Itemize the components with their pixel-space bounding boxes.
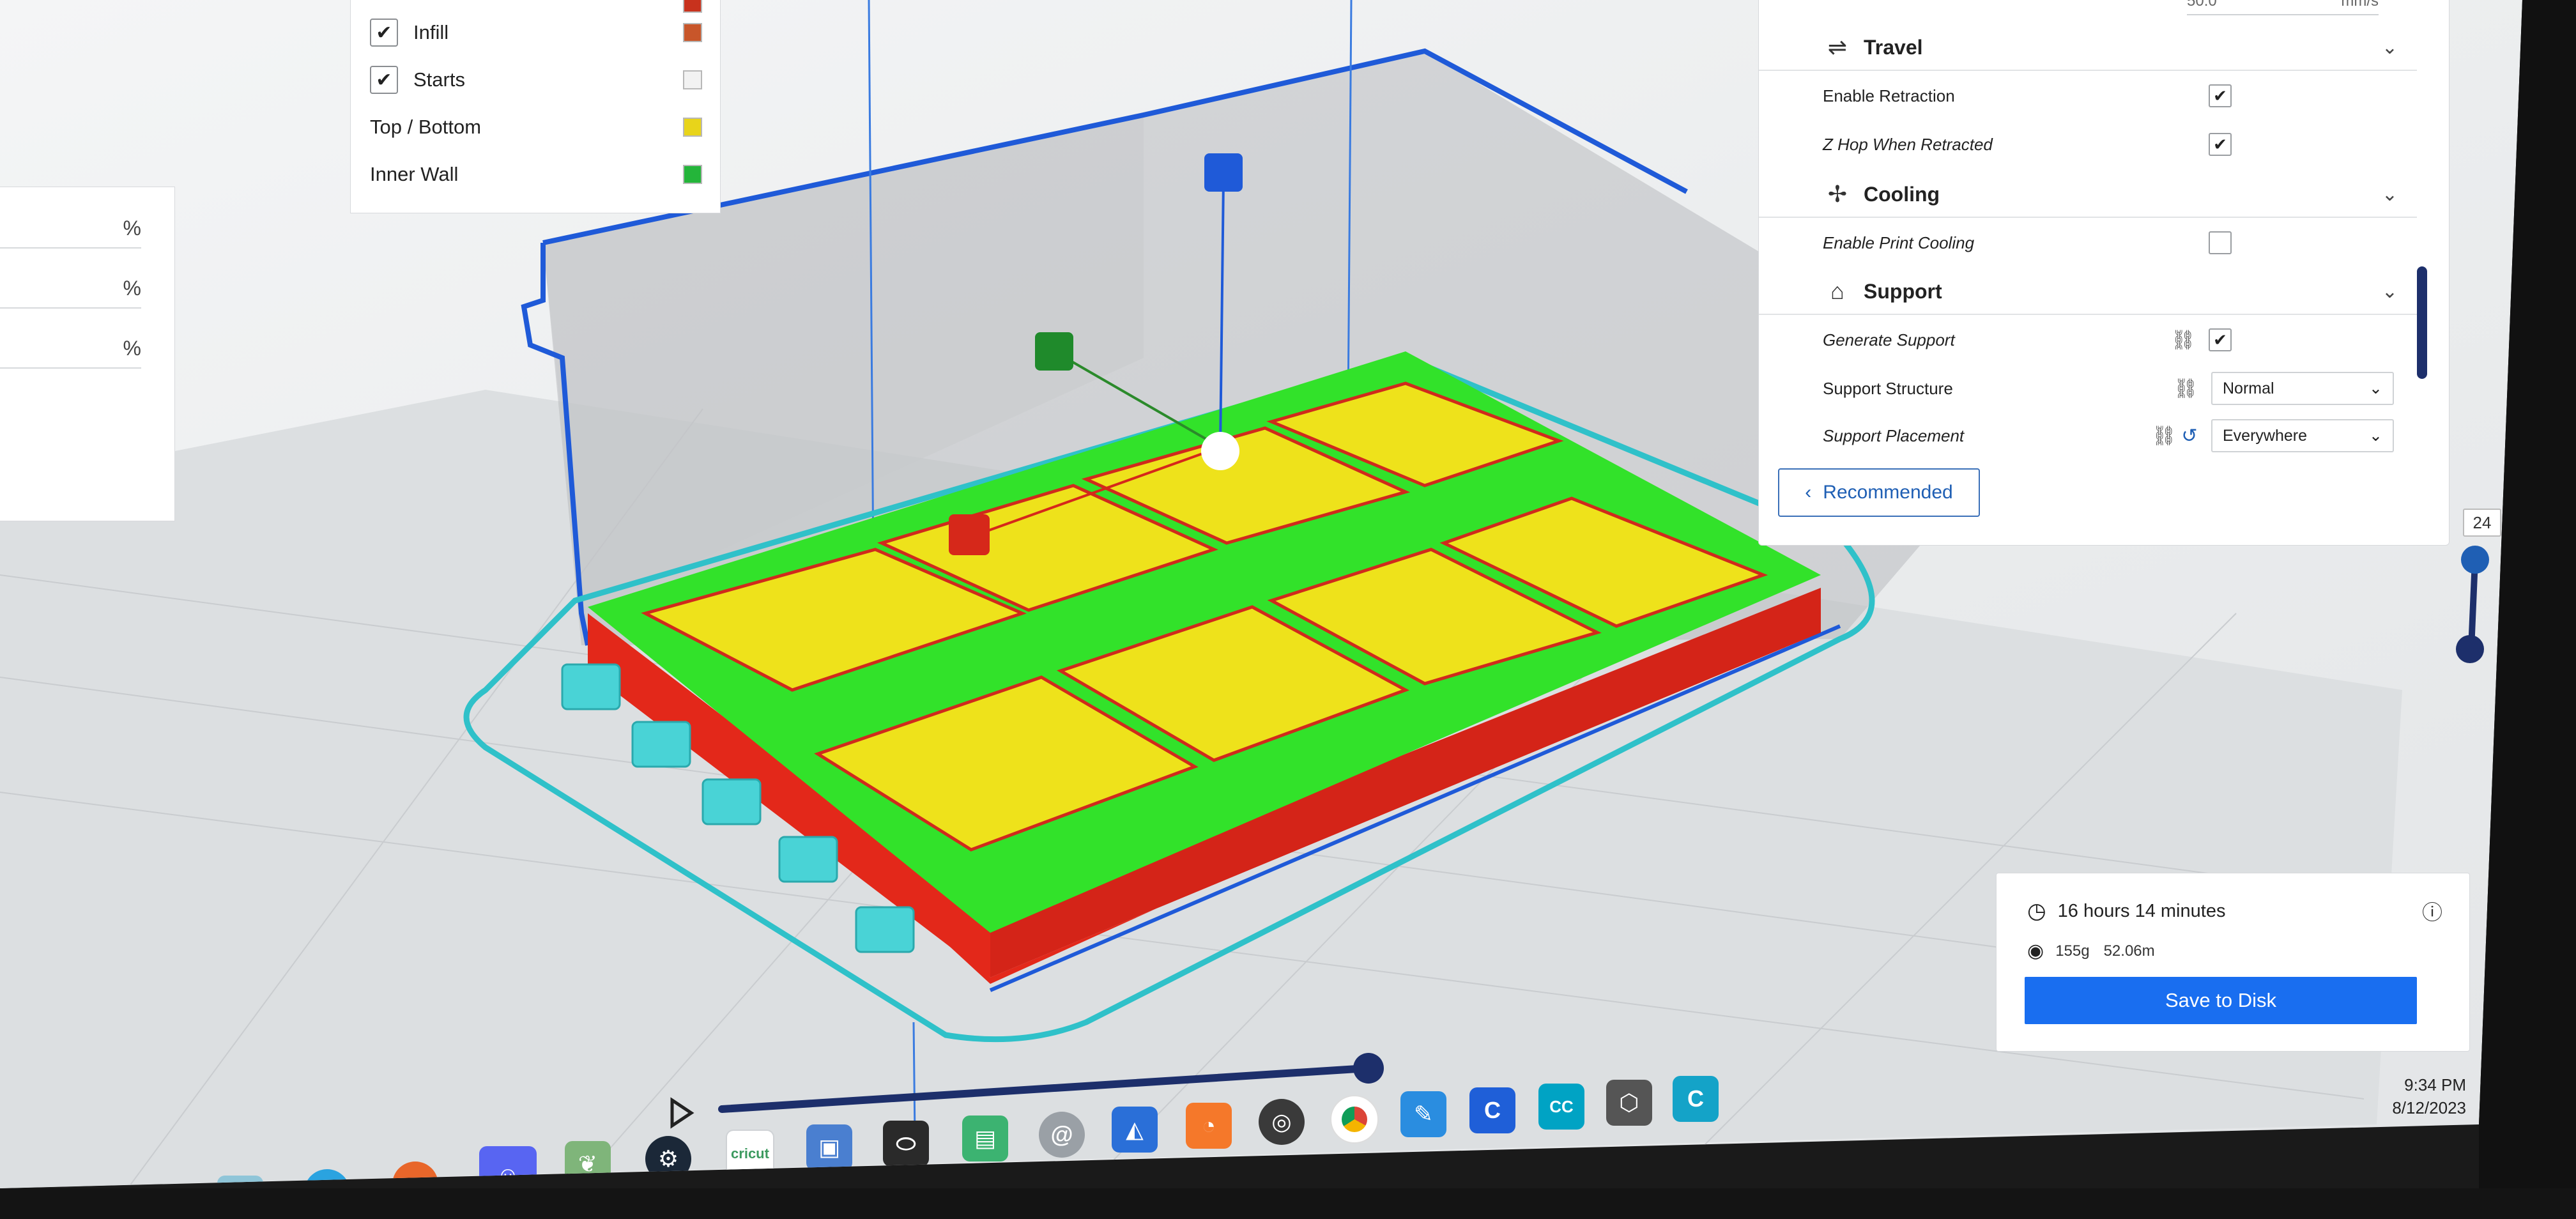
material-weight: 155g	[2055, 942, 2090, 960]
cura-icon[interactable]: C	[1469, 1087, 1515, 1133]
support-placement-row: Support Placement ⛓ ↺ Everywhere ⌄	[1759, 415, 2417, 457]
save-to-disk-button[interactable]: Save to Disk	[2025, 977, 2417, 1024]
gizmo-center	[1201, 432, 1239, 470]
layer-number[interactable]: 24	[2463, 509, 2501, 537]
spool-icon: ◉	[2027, 940, 2044, 962]
print-info-panel: ◷ 16 hours 14 minutes ⓘ ◉ 155g 52.06m Sa…	[1996, 873, 2470, 1052]
chevron-down-icon: ⌄	[2381, 183, 2398, 205]
legend-label: Starts	[413, 68, 465, 91]
color-scheme-legend: ✔ Infill ✔ Starts Top / Bottom Inner Wal…	[350, 0, 721, 213]
cooling-section-header[interactable]: ✢ Cooling ⌄	[1759, 172, 2417, 218]
taskbar: ✦ ➤ ◐ ☺ ❦ ⚙ cricut ▣ ⬭ ▤ @ ◭ ◔ ◎ ✎ C CC …	[0, 1076, 2511, 1188]
fan-icon: ✢	[1827, 181, 1848, 207]
print-time: 16 hours 14 minutes	[2057, 900, 2226, 921]
print-speed-unit: mm/s	[2341, 0, 2379, 10]
cc-icon[interactable]: CC	[1538, 1084, 1584, 1130]
pen-icon[interactable]: ✎	[1400, 1091, 1446, 1137]
legend-item-top-bottom[interactable]: Top / Bottom	[370, 111, 702, 144]
infill-checkbox[interactable]: ✔	[370, 19, 398, 47]
layer-progress-handle	[1353, 1053, 1384, 1084]
layer-slider-bottom-handle	[2456, 635, 2484, 663]
blender-icon[interactable]: ◔	[1186, 1103, 1232, 1149]
photo-of-monitor: 24 ✔ Infill ✔ Starts Top / Bottom Inner …	[0, 0, 2576, 1219]
material-row: ◉ 155g 52.06m	[2027, 940, 2155, 962]
enable-print-cooling-checkbox[interactable]	[2209, 231, 2232, 254]
support-icon: ⌂	[1830, 278, 1844, 304]
gizmo-x-handle	[949, 514, 990, 555]
generate-support-row: Generate Support ⛓ ✔	[1759, 319, 2417, 361]
obs-icon[interactable]: ◎	[1259, 1099, 1305, 1145]
link-icon: ⛓	[2173, 378, 2198, 399]
store-icon[interactable]: ▤	[962, 1116, 1008, 1162]
info-icon[interactable]: ⓘ	[2422, 896, 2442, 926]
link-icon: ⛓	[2151, 425, 2177, 447]
top-bottom-swatch	[683, 118, 702, 137]
travel-icon: ⇌	[1827, 34, 1848, 60]
chevron-down-icon: ⌄	[2369, 427, 2382, 445]
starts-swatch	[683, 70, 702, 89]
support-section-header[interactable]: ⌂ Support ⌄	[1759, 269, 2417, 315]
gizmo-z-handle	[1204, 153, 1243, 192]
settings-scrollbar[interactable]	[2417, 266, 2427, 379]
link-icon: ⛓	[2170, 329, 2196, 351]
legend-item-infill[interactable]: ✔ Infill	[370, 16, 702, 49]
chevron-down-icon: ⌄	[2381, 36, 2398, 58]
meta-quest-icon[interactable]: ⬭	[883, 1121, 929, 1167]
chrome-icon[interactable]	[1330, 1095, 1379, 1144]
travel-section-header[interactable]: ⇌ Travel ⌄	[1759, 25, 2417, 71]
percent-field-3[interactable]: %	[0, 329, 141, 369]
cura-window: 24 ✔ Infill ✔ Starts Top / Bottom Inner …	[0, 0, 2522, 1188]
camera-icon[interactable]: ▣	[806, 1124, 852, 1170]
support-placement-select[interactable]: Everywhere ⌄	[2211, 419, 2394, 452]
print-speed-value[interactable]: 50.0	[2187, 0, 2217, 14]
print-speed-row: 50.0 mm/s	[1759, 0, 2417, 20]
chevron-left-icon: ‹	[1805, 482, 1812, 503]
legend-item-inner-wall[interactable]: Inner Wall	[370, 158, 702, 191]
support-structure-row: Support Structure ⛓ Normal ⌄	[1759, 367, 2417, 410]
legend-item-starts[interactable]: ✔ Starts	[370, 63, 702, 96]
mountain-icon[interactable]: ◭	[1112, 1107, 1158, 1153]
left-settings-panel: % % %	[0, 187, 175, 521]
generate-support-checkbox[interactable]: ✔	[2209, 328, 2232, 351]
cricut-icon[interactable]: cricut	[726, 1130, 774, 1178]
starts-checkbox[interactable]: ✔	[370, 66, 398, 94]
legend-label: Top / Bottom	[370, 116, 482, 138]
chevron-down-icon: ⌄	[2369, 379, 2382, 397]
spiral-icon[interactable]: @	[1039, 1112, 1085, 1158]
gizmo-y-handle	[1035, 332, 1073, 371]
infill-swatch	[683, 23, 702, 42]
material-length: 52.06m	[2103, 942, 2155, 960]
recommended-button[interactable]: ‹ Recommended	[1778, 468, 1980, 517]
z-hop-row: Z Hop When Retracted ✔	[1759, 123, 2417, 165]
enable-retraction-checkbox[interactable]: ✔	[2209, 84, 2232, 107]
enable-retraction-row: Enable Retraction ✔	[1759, 75, 2417, 117]
legend-label: Infill	[413, 21, 449, 43]
legend-label: Inner Wall	[370, 163, 459, 185]
clock-icon: ◷	[2027, 899, 2046, 923]
layer-slider-top-handle	[2461, 546, 2489, 574]
percent-field-2[interactable]: %	[0, 269, 141, 309]
monitor-bezel-bottom	[0, 1188, 2576, 1219]
inner-wall-swatch	[683, 165, 702, 184]
steam-icon[interactable]: ⚙	[645, 1136, 691, 1182]
percent-field-1[interactable]: %	[0, 209, 141, 249]
chevron-down-icon: ⌄	[2381, 280, 2398, 302]
print-time-row: ◷ 16 hours 14 minutes ⓘ	[2027, 896, 2442, 926]
cura-alt-icon[interactable]: C	[1673, 1076, 1719, 1122]
z-hop-checkbox[interactable]: ✔	[2209, 133, 2232, 156]
custom-settings-panel: 50.0 mm/s ⇌ Travel ⌄ Enable Retraction ✔…	[1758, 0, 2450, 546]
support-structure-select[interactable]: Normal ⌄	[2211, 372, 2394, 405]
enable-print-cooling-row: Enable Print Cooling	[1759, 222, 2417, 264]
unity-icon[interactable]: ⬡	[1606, 1080, 1652, 1126]
app-icon[interactable]: ❦	[565, 1141, 611, 1187]
reset-icon[interactable]: ↺	[2177, 425, 2202, 447]
